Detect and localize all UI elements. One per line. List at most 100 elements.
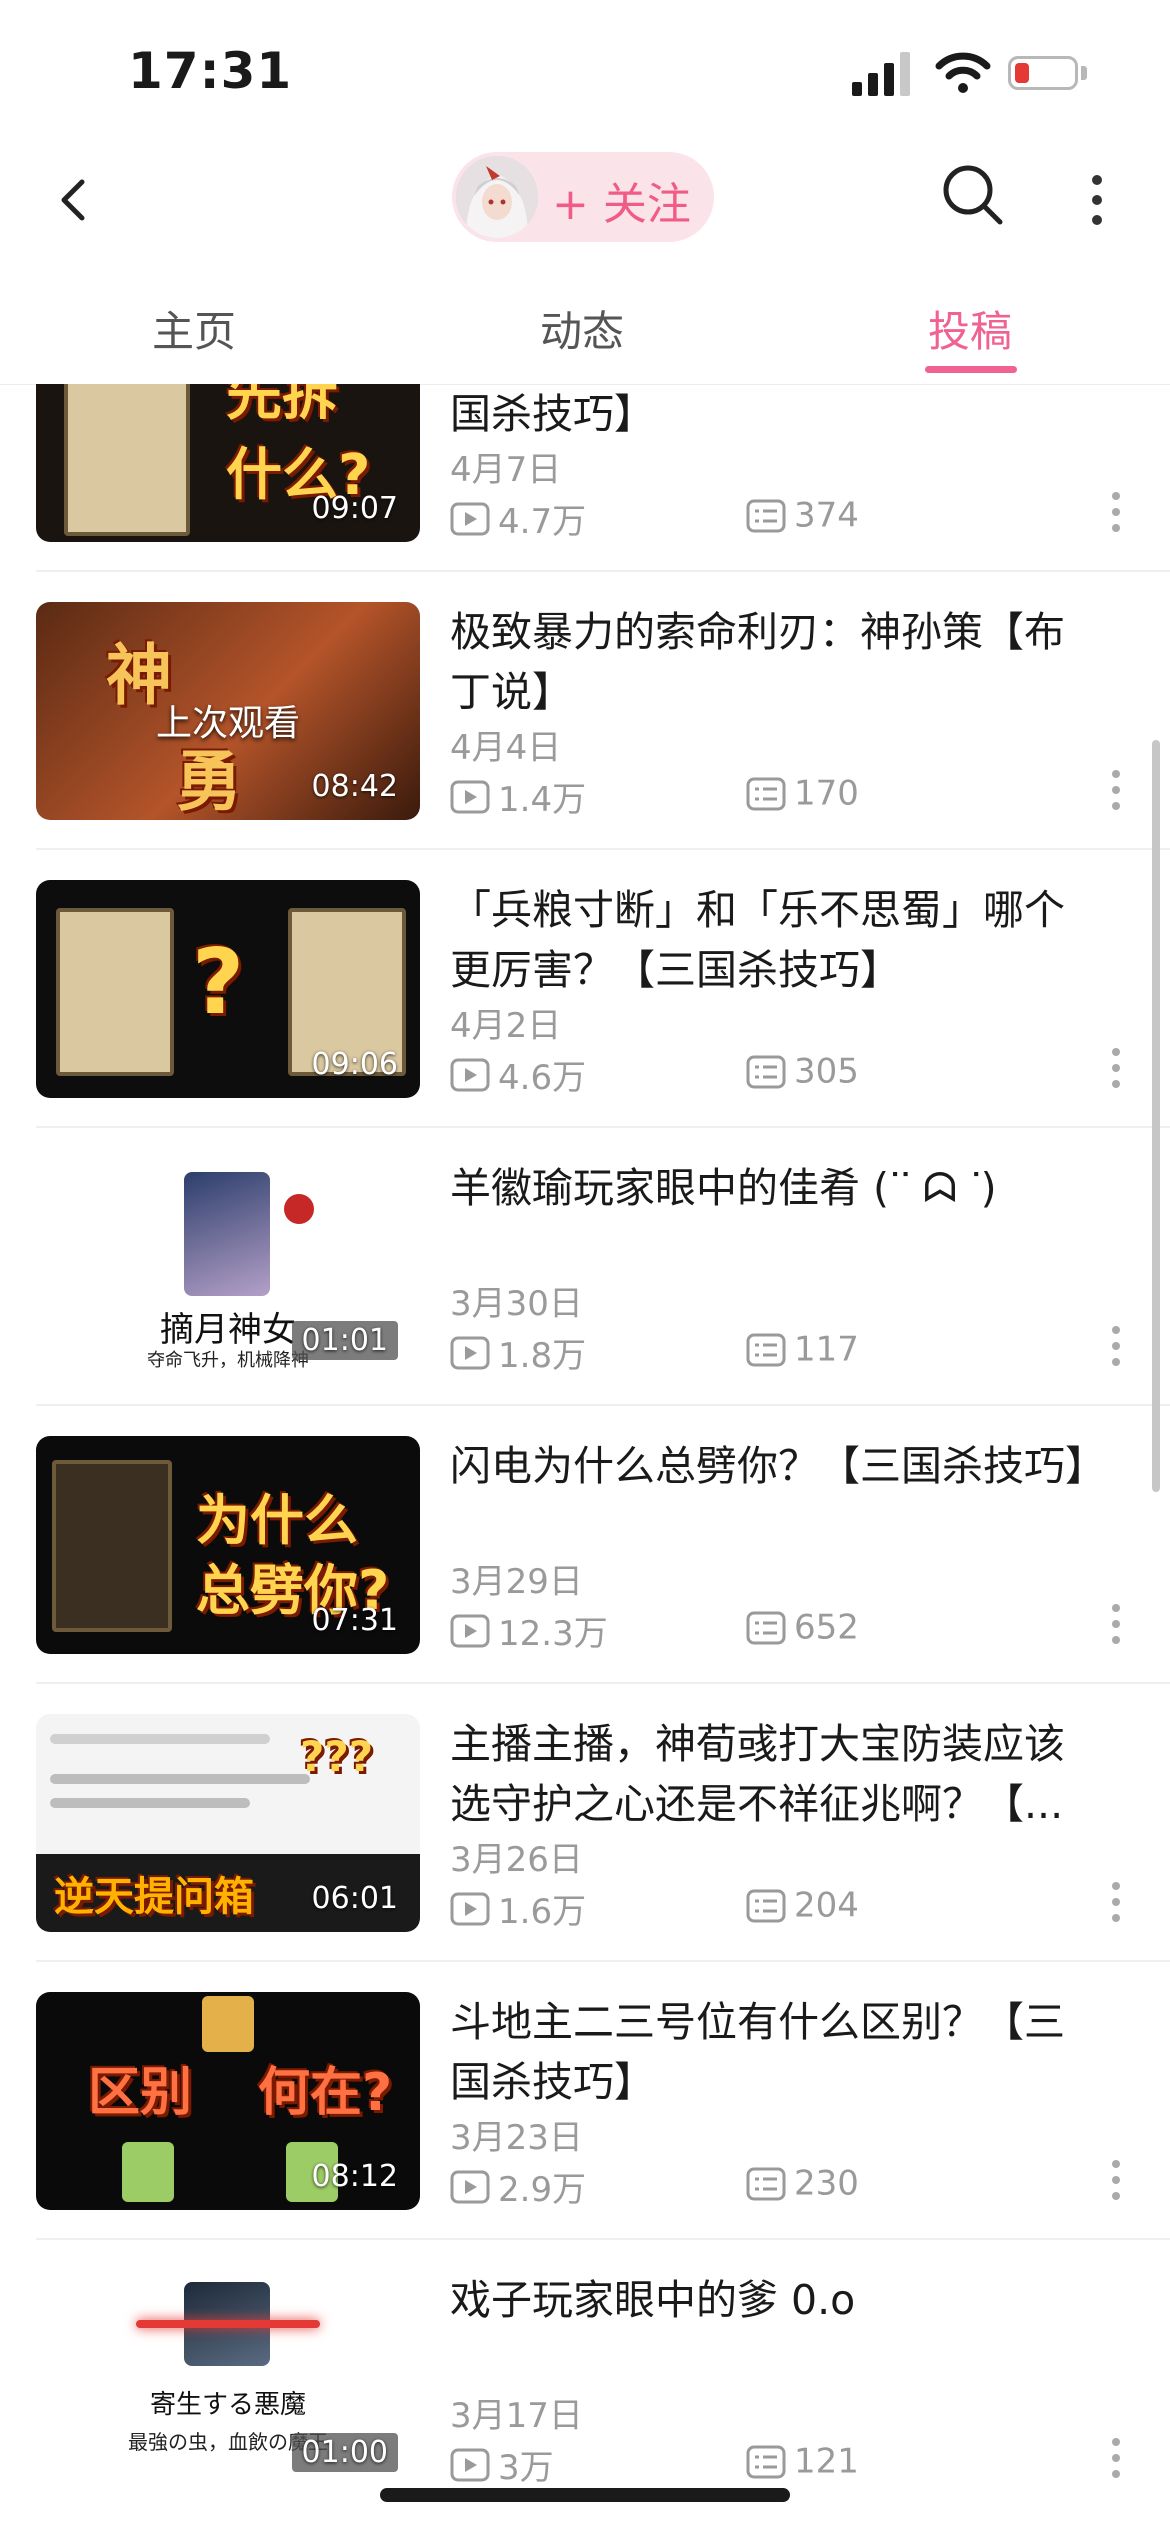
active-tab-indicator — [925, 366, 1017, 373]
view-count: 4.6万 — [450, 1050, 586, 1098]
video-title[interactable]: 闪电为什么总劈你？【三国杀技巧】 — [450, 1436, 1100, 1496]
item-more-icon[interactable] — [1110, 490, 1122, 534]
play-count-icon — [450, 502, 490, 535]
view-count: 1.4万 — [450, 772, 586, 820]
follow-label: + 关注 — [552, 179, 691, 230]
thumbnail-text: 区别 — [88, 2063, 193, 2123]
video-date: 3月29日 — [450, 1562, 583, 1602]
item-more-icon[interactable] — [1110, 2158, 1122, 2202]
comment-count: 121 — [746, 2440, 859, 2482]
video-item[interactable]: 摘月神女 夺命飞升，机械降神 01:01 羊徽瑜玩家眼中的佳肴 (ᐝᐝ ᗣ ᐝ)… — [0, 1128, 1170, 1406]
profile-tabs: 主页 动态 投稿 — [0, 262, 1170, 385]
view-count: 2.9万 — [450, 2162, 586, 2210]
search-icon[interactable] — [940, 162, 1006, 228]
danmaku-icon — [746, 499, 786, 532]
video-duration: 01:00 — [291, 2433, 398, 2472]
video-duration: 08:12 — [311, 2159, 398, 2194]
thumbnail-text: ??? — [300, 1732, 374, 1781]
video-title[interactable]: 斗地主二三号位有什么区别？【三国杀技巧】 — [450, 1992, 1100, 2112]
back-arrow-icon[interactable] — [48, 170, 98, 230]
tab-activity[interactable]: 动态 — [540, 298, 624, 359]
video-duration: 01:01 — [291, 1321, 398, 1360]
cellular-signal-icon — [852, 52, 910, 96]
status-bar: 17:31 — [0, 0, 1170, 140]
thumbnail-text: 何在? — [258, 2063, 393, 2123]
status-time: 17:31 — [128, 42, 293, 100]
last-watched-label: 上次观看 — [156, 703, 301, 744]
comment-count: 230 — [746, 2162, 859, 2204]
video-item[interactable]: 为什么 总劈你? 07:31 闪电为什么总劈你？【三国杀技巧】 3月29日 12… — [0, 1406, 1170, 1684]
video-item[interactable]: ? 09:06 「兵粮寸断」和「乐不思蜀」哪个更厉害？【三国杀技巧】 4月2日 … — [0, 850, 1170, 1128]
tab-submissions[interactable]: 投稿 — [928, 298, 1012, 359]
comment-count: 204 — [746, 1884, 859, 1926]
item-more-icon[interactable] — [1110, 2436, 1122, 2480]
follow-button[interactable]: + 关注 — [452, 152, 714, 242]
video-thumbnail[interactable]: 神 勇 上次观看 08:42 — [36, 602, 420, 820]
video-thumbnail[interactable]: ? 09:06 — [36, 880, 420, 1098]
comment-count: 374 — [746, 494, 859, 536]
video-date: 3月26日 — [450, 1840, 583, 1880]
view-count: 1.8万 — [450, 1328, 586, 1376]
danmaku-icon — [746, 2167, 786, 2200]
danmaku-icon — [746, 1333, 786, 1366]
play-count-icon — [450, 1614, 490, 1647]
video-date: 3月23日 — [450, 2118, 583, 2158]
comment-count: 117 — [746, 1328, 859, 1370]
video-date: 4月7日 — [450, 450, 562, 490]
video-item[interactable]: 神 勇 上次观看 08:42 极致暴力的索命利刃：神孙策【布丁说】 4月4日 1… — [0, 572, 1170, 850]
video-thumbnail[interactable]: 寄生する悪魔 最強の虫，血飲の魔王 01:00 — [36, 2270, 420, 2488]
battery-icon — [1008, 56, 1078, 90]
danmaku-icon — [746, 1055, 786, 1088]
thumbnail-text: 为什么 — [196, 1489, 358, 1552]
video-thumbnail[interactable]: 为什么 总劈你? 07:31 — [36, 1436, 420, 1654]
item-more-icon[interactable] — [1110, 1880, 1122, 1924]
video-title[interactable]: 戏子玩家眼中的爹 0.o — [450, 2270, 1100, 2330]
thumbnail-text: 先拆 — [226, 384, 338, 428]
video-list: 先拆 什么? 09:07 「过河拆桥」应该先拆什么？【三国杀技巧】 4月7日 4… — [0, 384, 1170, 2532]
item-more-icon[interactable] — [1110, 1602, 1122, 1646]
video-duration: 08:42 — [311, 769, 398, 804]
video-item[interactable]: ??? 逆天提问箱 06:01 主播主播，神荀彧打大宝防装应该选守护之心还是不祥… — [0, 1684, 1170, 1962]
danmaku-icon — [746, 777, 786, 810]
danmaku-icon — [746, 2445, 786, 2478]
video-thumbnail[interactable]: ??? 逆天提问箱 06:01 — [36, 1714, 420, 1932]
comment-count: 652 — [746, 1606, 859, 1648]
scrollbar[interactable] — [1152, 740, 1160, 1492]
danmaku-icon — [746, 1611, 786, 1644]
video-item[interactable]: 区别 何在? 08:12 斗地主二三号位有什么区别？【三国杀技巧】 3月23日 … — [0, 1962, 1170, 2240]
video-thumbnail[interactable]: 摘月神女 夺命飞升，机械降神 01:01 — [36, 1158, 420, 1376]
video-duration: 07:31 — [311, 1603, 398, 1638]
video-date: 3月30日 — [450, 1284, 583, 1324]
play-count-icon — [450, 1058, 490, 1091]
comment-count: 170 — [746, 772, 859, 814]
thumbnail-text: 逆天提问箱 — [54, 1874, 254, 1920]
video-item[interactable]: 先拆 什么? 09:07 「过河拆桥」应该先拆什么？【三国杀技巧】 4月7日 4… — [0, 384, 1170, 572]
home-indicator[interactable] — [380, 2488, 790, 2502]
video-date: 4月2日 — [450, 1006, 562, 1046]
video-title[interactable]: 「兵粮寸断」和「乐不思蜀」哪个更厉害？【三国杀技巧】 — [450, 880, 1100, 1000]
video-title[interactable]: 极致暴力的索命利刃：神孙策【布丁说】 — [450, 602, 1100, 722]
video-duration: 09:07 — [311, 491, 398, 526]
item-more-icon[interactable] — [1110, 1324, 1122, 1368]
video-item[interactable]: 寄生する悪魔 最強の虫，血飲の魔王 01:00 戏子玩家眼中的爹 0.o 3月1… — [0, 2240, 1170, 2518]
thumbnail-text: ? — [192, 930, 245, 1035]
play-count-icon — [450, 2448, 490, 2481]
video-title[interactable]: 羊徽瑜玩家眼中的佳肴 (ᐝᐝ ᗣ ᐝ) — [450, 1158, 1100, 1218]
video-duration: 09:06 — [311, 1047, 398, 1082]
play-count-icon — [450, 2170, 490, 2203]
video-title[interactable]: 「过河拆桥」应该先拆什么？【三国杀技巧】 — [450, 384, 1100, 444]
play-count-icon — [450, 780, 490, 813]
view-count: 12.3万 — [450, 1606, 608, 1654]
view-count: 3万 — [450, 2440, 554, 2488]
item-more-icon[interactable] — [1110, 1046, 1122, 1090]
tab-home[interactable]: 主页 — [152, 298, 236, 359]
video-duration: 06:01 — [311, 1881, 398, 1916]
video-thumbnail[interactable]: 区别 何在? 08:12 — [36, 1992, 420, 2210]
more-vertical-icon[interactable] — [1085, 170, 1109, 230]
video-date: 4月4日 — [450, 728, 562, 768]
avatar[interactable] — [456, 156, 538, 238]
video-title[interactable]: 主播主播，神荀彧打大宝防装应该选守护之心还是不祥征兆啊？【... — [450, 1714, 1100, 1834]
video-thumbnail[interactable]: 先拆 什么? 09:07 — [36, 384, 420, 542]
thumbnail-text: 寄生する悪魔 — [149, 2390, 306, 2420]
item-more-icon[interactable] — [1110, 768, 1122, 812]
